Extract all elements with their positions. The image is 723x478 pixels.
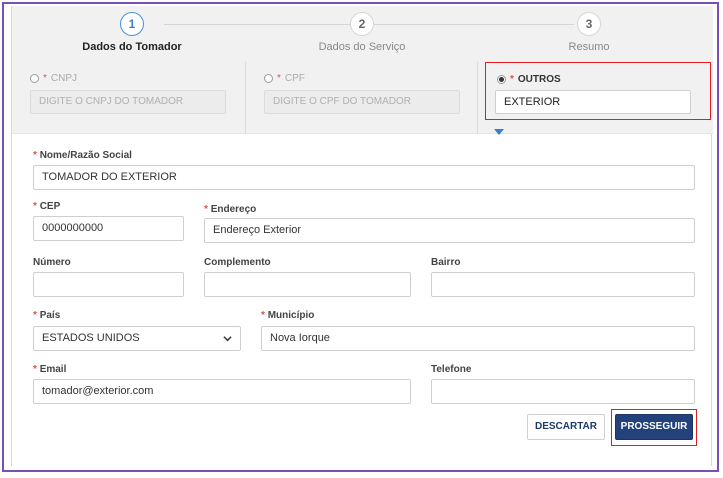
cnpj-radio-label[interactable]: * CNPJ — [30, 73, 77, 84]
step-number: 1 — [120, 12, 144, 36]
cpf-input[interactable]: DIGITE O CPF DO TOMADOR — [264, 90, 460, 114]
step-number: 3 — [577, 12, 601, 36]
wizard-panel: 1 Dados do Tomador 2 Dados do Serviço 3 … — [11, 6, 713, 466]
wizard-stepper: 1 Dados do Tomador 2 Dados do Serviço 3 … — [12, 6, 713, 61]
cpf-radio-label[interactable]: * CPF — [264, 73, 305, 84]
required-mark: * — [277, 73, 281, 84]
caret-down-icon — [494, 129, 504, 135]
outros-highlight-box — [485, 62, 711, 120]
pais-label-text: País — [39, 310, 61, 321]
required-mark: * — [261, 310, 265, 321]
email-input[interactable]: tomador@exterior.com — [33, 379, 411, 404]
chevron-down-icon — [223, 336, 232, 342]
step-number: 2 — [350, 12, 374, 36]
municipio-label-text: Município — [267, 310, 315, 321]
required-mark: * — [43, 73, 47, 84]
required-mark: * — [33, 150, 37, 161]
email-label: * Email — [33, 364, 66, 375]
municipio-label: * Município — [261, 310, 314, 321]
required-mark: * — [33, 364, 37, 375]
pais-select[interactable]: ESTADOS UNIDOS — [33, 326, 241, 351]
email-label-text: Email — [39, 364, 67, 375]
bairro-input[interactable] — [431, 272, 695, 297]
bairro-label: Bairro — [431, 257, 461, 268]
nome-label: * Nome/Razão Social — [33, 150, 132, 161]
telefone-input[interactable] — [431, 379, 695, 404]
cpf-radio[interactable] — [264, 74, 273, 83]
outer-frame: 1 Dados do Tomador 2 Dados do Serviço 3 … — [2, 2, 719, 472]
required-mark: * — [204, 204, 208, 215]
municipio-input[interactable]: Nova Iorque — [261, 326, 695, 351]
step-label: Resumo — [568, 41, 610, 53]
numero-input[interactable] — [33, 272, 184, 297]
step-resumo[interactable]: 3 Resumo — [519, 12, 659, 53]
step-dados-tomador[interactable]: 1 Dados do Tomador — [62, 12, 202, 53]
cnpj-input[interactable]: DIGITE O CNPJ DO TOMADOR — [30, 90, 226, 114]
cep-label: * CEP — [33, 201, 60, 212]
cpf-option: * CPF DIGITE O CPF DO TOMADOR — [245, 61, 477, 134]
next-button[interactable]: PROSSEGUIR — [615, 414, 693, 440]
step-label: Dados do Tomador — [82, 41, 182, 53]
pais-select-value: ESTADOS UNIDOS — [42, 332, 140, 344]
required-mark: * — [33, 310, 37, 321]
step-label: Dados do Serviço — [318, 41, 406, 53]
cep-input[interactable]: 0000000000 — [33, 216, 184, 241]
nome-input[interactable]: TOMADOR DO EXTERIOR — [33, 165, 695, 190]
complemento-input[interactable] — [204, 272, 411, 297]
telefone-label: Telefone — [431, 364, 472, 375]
cnpj-label: CNPJ — [50, 73, 78, 84]
step-dados-servico[interactable]: 2 Dados do Serviço — [292, 12, 432, 53]
endereco-input[interactable]: Endereço Exterior — [204, 218, 695, 243]
nome-label-text: Nome/Razão Social — [39, 150, 132, 161]
cep-label-text: CEP — [39, 201, 61, 212]
cnpj-radio[interactable] — [30, 74, 39, 83]
numero-label: Número — [33, 257, 71, 268]
pais-label: * País — [33, 310, 60, 321]
endereco-label-text: Endereço — [210, 204, 257, 215]
complemento-label: Complemento — [204, 257, 271, 268]
endereco-label: * Endereço — [204, 204, 256, 215]
required-mark: * — [33, 201, 37, 212]
cpf-label: CPF — [284, 73, 305, 84]
discard-button[interactable]: DESCARTAR — [527, 414, 605, 440]
cnpj-option: * CNPJ DIGITE O CNPJ DO TOMADOR — [12, 61, 245, 134]
